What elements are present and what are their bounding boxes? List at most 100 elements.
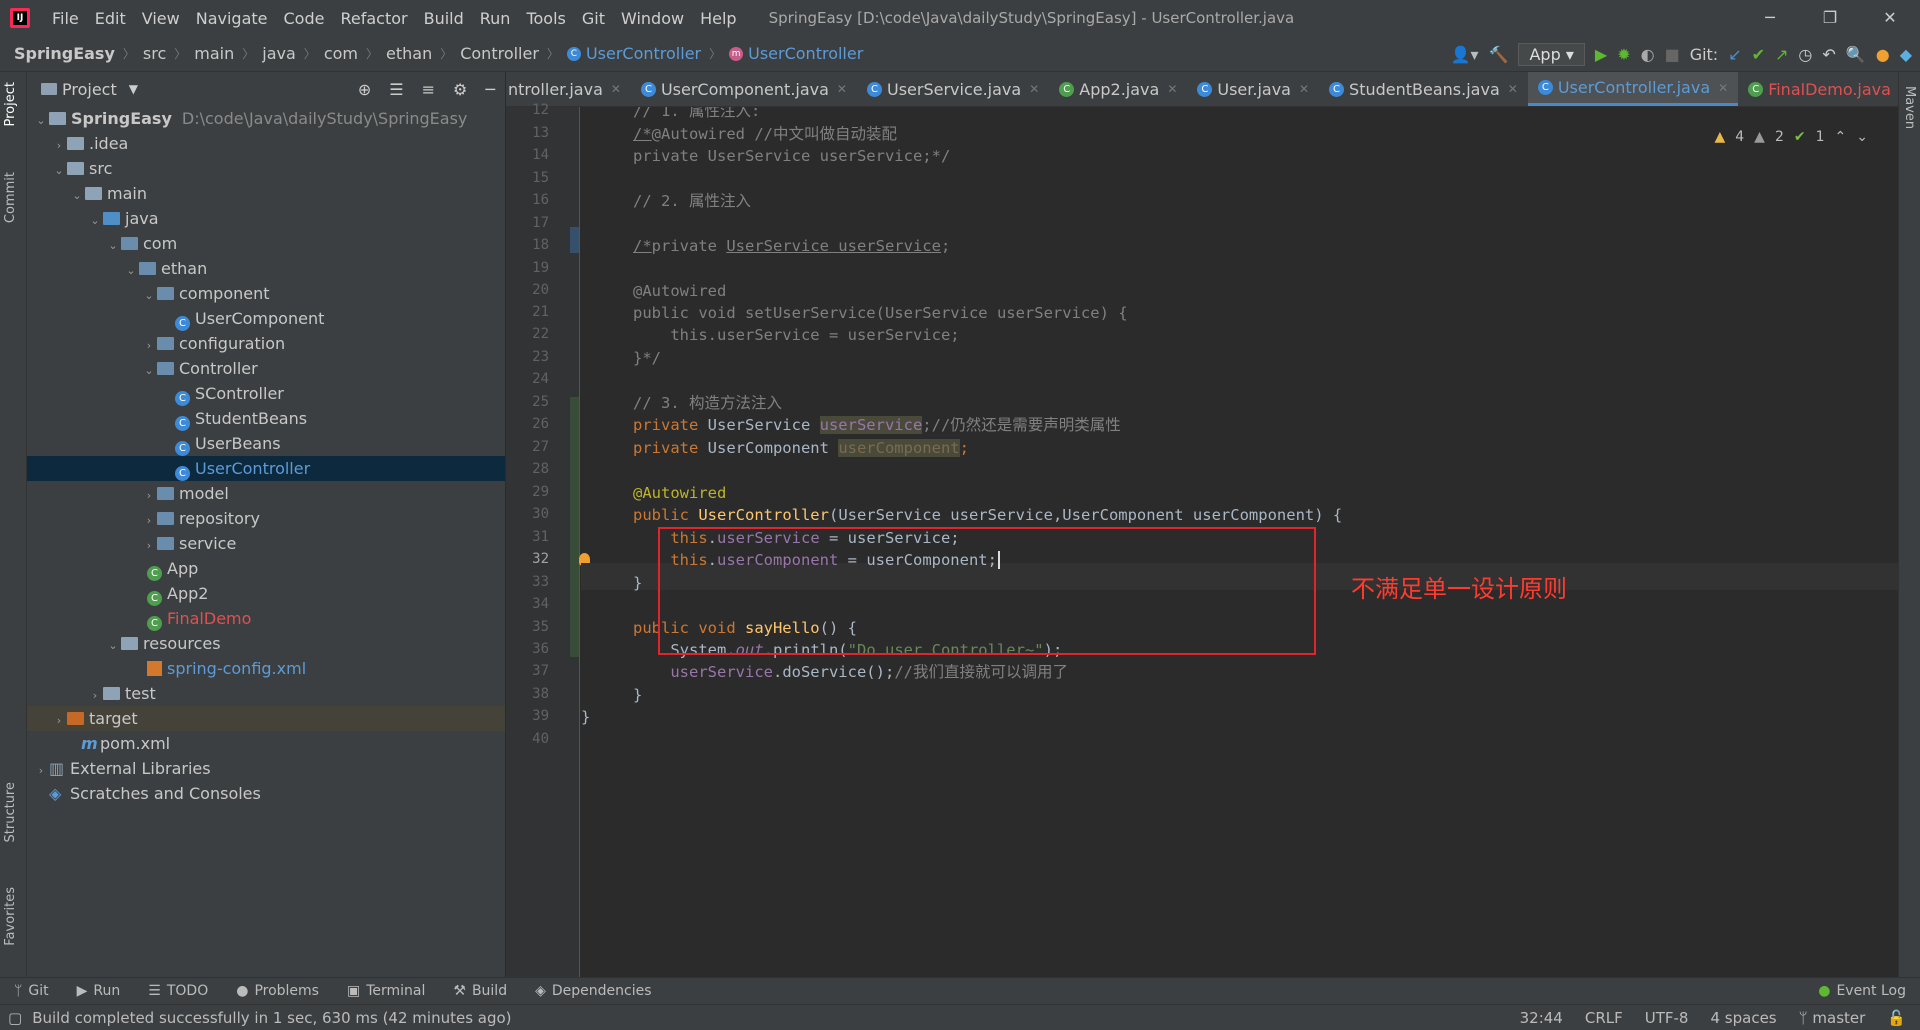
line-separator[interactable]: CRLF [1585,1009,1623,1027]
tool-tab-favorites[interactable]: Favorites [3,887,18,946]
close-tab-icon[interactable]: ✕ [1718,81,1728,95]
git-push-icon[interactable]: ↗ [1775,45,1788,64]
tree-item-controller[interactable]: ⌄ Controller [27,356,505,381]
project-title[interactable]: Project [62,80,117,99]
file-encoding[interactable]: UTF-8 [1645,1009,1689,1027]
tree-item-root[interactable]: ⌄ SpringEasy D:\code\Java\dailyStudy\Sprin… [27,106,505,131]
tab-usercomponent[interactable]: C UserComponent.java ✕ [631,72,857,106]
tree-item-userbeans[interactable]: C UserBeans [27,431,505,456]
tab-user[interactable]: C User.java ✕ [1187,72,1319,106]
menu-run[interactable]: Run [472,9,519,28]
tab-finaldemo[interactable]: CFinalDemo.java✕ [1738,72,1898,106]
stop-icon[interactable]: ■ [1665,45,1680,64]
tree-item-idea[interactable]: › .idea [27,131,505,156]
menu-file[interactable]: File [44,9,87,28]
tree-item-app[interactable]: C App [27,556,505,581]
crumb-controller[interactable]: Controller [460,44,539,63]
chevron-down-icon[interactable]: ▼ [129,82,138,96]
tree-item-ethan[interactable]: ⌄ ethan [27,256,505,281]
menu-code[interactable]: Code [276,9,333,28]
history-icon[interactable]: ◷ [1798,45,1812,64]
collapse-all-icon[interactable]: ≡ [422,80,435,99]
close-tab-icon[interactable]: ✕ [1299,82,1309,96]
tab-app2[interactable]: C App2.java ✕ [1049,72,1187,106]
tool-tab-problems[interactable]: ● Problems [236,983,319,999]
event-log-button[interactable]: ● Event Log [1818,983,1906,999]
menu-refactor[interactable]: Refactor [332,9,415,28]
close-tab-icon[interactable]: ✕ [1508,82,1518,96]
tree-item-model[interactable]: › model [27,481,505,506]
tree-item-main[interactable]: ⌄ main [27,181,505,206]
tree-item-pom[interactable]: m pom.xml [27,731,505,756]
crumb-src[interactable]: src [143,44,166,63]
minimize-icon[interactable]: ─ [1740,0,1800,36]
git-branch-widget[interactable]: ᛘ master [1799,1009,1866,1027]
tool-tab-terminal[interactable]: ▣ Terminal [347,983,425,999]
lock-icon[interactable]: 🔓 [1887,1009,1906,1027]
inspection-widget[interactable]: ▲ 4 ▲ 2 ✔ 1 ⌃ ⌄ [1714,129,1868,145]
tree-item-target[interactable]: › target [27,706,505,731]
layout-icon[interactable]: ▢ [8,1009,22,1027]
crumb-project[interactable]: SpringEasy [14,44,115,63]
tool-tab-build[interactable]: ⚒ Build [453,983,507,999]
tree-item-repository[interactable]: › repository [27,506,505,531]
rollback-icon[interactable]: ↶ [1822,45,1835,64]
update-icon[interactable]: ● [1876,45,1890,64]
tool-tab-todo[interactable]: ☰ TODO [148,983,208,999]
tab-controller-partial[interactable]: ntroller.java ✕ [506,72,631,106]
code-editor[interactable]: // 1. 属性注入: /*@Autowired //中文叫做自动装配 priv… [581,107,1898,977]
crumb-main[interactable]: main [194,44,234,63]
tree-item-test[interactable]: › test [27,681,505,706]
crumb-ethan[interactable]: ethan [386,44,432,63]
tree-item-usercomponent[interactable]: C UserComponent [27,306,505,331]
tree-item-service[interactable]: › service [27,531,505,556]
tab-usercontroller[interactable]: C UserController.java ✕ [1527,72,1739,106]
close-icon[interactable]: ✕ [1860,0,1920,36]
build-hammer-icon[interactable]: 🔨 [1489,45,1509,64]
tree-item-configuration[interactable]: › configuration [27,331,505,356]
tab-studentbeans[interactable]: C StudentBeans.java ✕ [1319,72,1528,106]
menu-help[interactable]: Help [692,9,744,28]
chevron-down-icon[interactable]: ⌄ [1856,129,1868,145]
tool-tab-dependencies[interactable]: ◈ Dependencies [535,983,651,999]
tree-item-com[interactable]: ⌄ com [27,231,505,256]
tree-item-src[interactable]: ⌄ src [27,156,505,181]
tool-tab-maven[interactable]: Maven [1902,86,1917,129]
tree-item-spring-config[interactable]: spring-config.xml [27,656,505,681]
git-update-icon[interactable]: ↙ [1728,45,1741,64]
menu-tools[interactable]: Tools [518,9,573,28]
coverage-icon[interactable]: ◐ [1641,45,1655,64]
menu-build[interactable]: Build [416,9,472,28]
menu-view[interactable]: View [134,9,188,28]
run-icon[interactable]: ▶ [1595,45,1607,64]
close-tab-icon[interactable]: ✕ [1167,82,1177,96]
tool-tab-project[interactable]: Project [3,82,18,126]
close-tab-icon[interactable]: ✕ [837,82,847,96]
locate-icon[interactable]: ⊕ [358,80,371,99]
menu-navigate[interactable]: Navigate [188,9,276,28]
caret-position[interactable]: 32:44 [1520,1009,1563,1027]
crumb-class[interactable]: UserController [586,44,701,63]
expand-all-icon[interactable]: ☰ [389,80,403,99]
plugin-icon[interactable]: ◆ [1900,45,1912,64]
tab-userservice[interactable]: C UserService.java ✕ [857,72,1049,106]
crumb-com[interactable]: com [324,44,358,63]
tool-tab-run[interactable]: ▶ Run [77,983,121,999]
crumb-java[interactable]: java [262,44,296,63]
hide-icon[interactable]: ─ [485,80,495,99]
tree-item-scontroller[interactable]: C SController [27,381,505,406]
tree-item-resources[interactable]: ⌄ resources [27,631,505,656]
menu-git[interactable]: Git [574,9,613,28]
tree-item-component[interactable]: ⌄ component [27,281,505,306]
crumb-method[interactable]: UserController [748,44,863,63]
tree-item-finaldemo[interactable]: C FinalDemo [27,606,505,631]
tool-tab-structure[interactable]: Structure [3,782,18,842]
close-tab-icon[interactable]: ✕ [1029,82,1039,96]
search-icon[interactable]: 🔍 [1846,45,1866,64]
tree-item-app2[interactable]: C App2 [27,581,505,606]
chevron-up-icon[interactable]: ⌃ [1835,129,1847,145]
tree-item-java[interactable]: ⌄ java [27,206,505,231]
tree-item-usercontroller[interactable]: C UserController [27,456,505,481]
git-commit-icon[interactable]: ✔ [1752,45,1765,64]
debug-icon[interactable]: ✹ [1617,45,1630,64]
